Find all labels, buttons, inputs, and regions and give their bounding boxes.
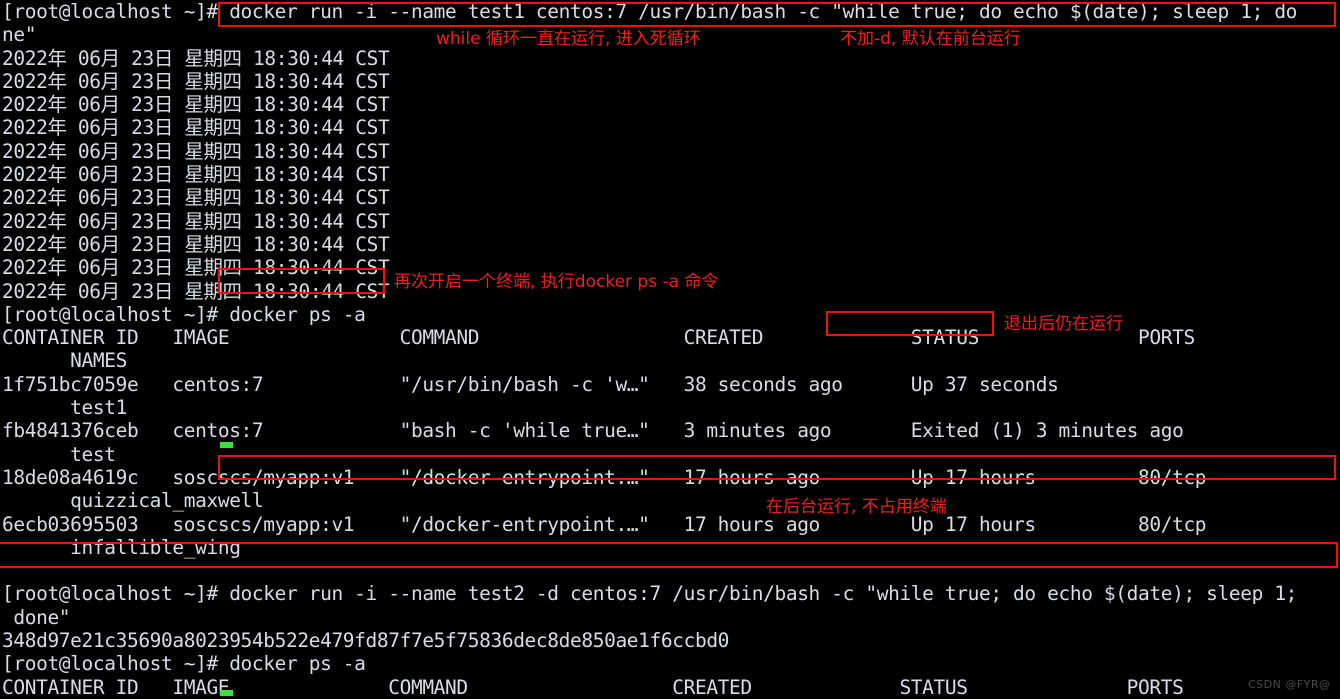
annotation-new-terminal: 再次开启一个终端, 执行docker ps -a 命令 <box>394 272 719 292</box>
annotation-background: 在后台运行, 不占用终端 <box>766 497 947 517</box>
annotation-still-running: 退出后仍在运行 <box>1004 314 1123 334</box>
terminal-window[interactable]: [root@localhost ~]# docker run -i --name… <box>0 0 1340 699</box>
annotation-while-loop: while 循环一直在运行, 进入死循环 <box>436 29 701 49</box>
watermark-label: CSDN @FYR@ <box>1248 678 1331 691</box>
terminal-cursor-bottom <box>220 690 233 696</box>
terminal-cursor-mid <box>220 442 233 448</box>
terminal-text-buffer[interactable]: [root@localhost ~]# docker run -i --name… <box>2 0 1297 699</box>
annotation-foreground: 不加-d, 默认在前台运行 <box>840 29 1021 49</box>
